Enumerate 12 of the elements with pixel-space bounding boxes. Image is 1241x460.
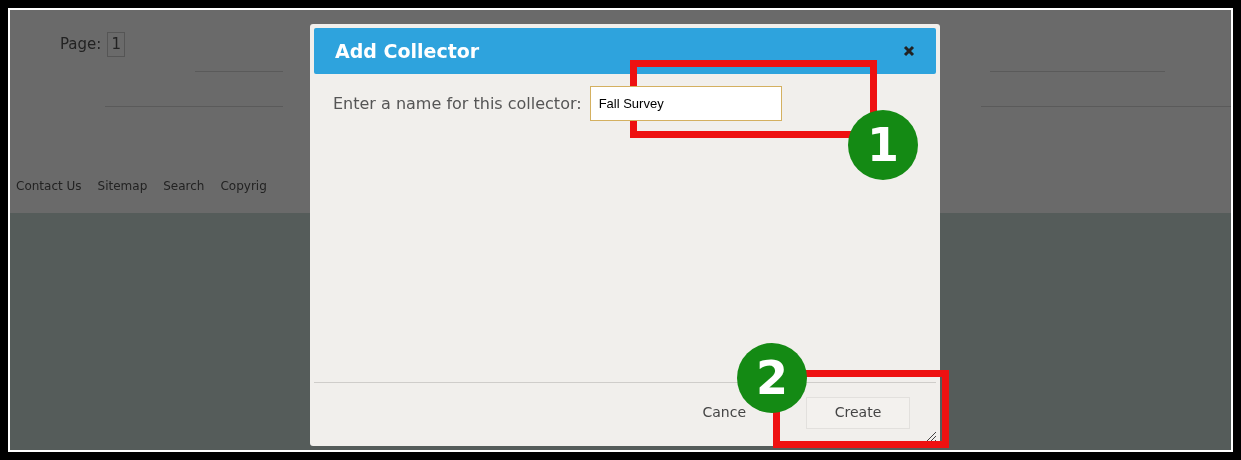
dialog-title: Add Collector	[335, 38, 480, 64]
pager-label: Page:	[60, 34, 102, 55]
footer-link[interactable]: Copyrig	[220, 176, 267, 195]
close-icon[interactable]	[903, 45, 915, 57]
footer-link[interactable]: Sitemap	[97, 176, 148, 195]
resize-grip-icon[interactable]	[924, 430, 936, 442]
page-number[interactable]: 1	[107, 32, 125, 57]
name-prompt: Enter a name for this collector:	[333, 92, 582, 115]
footer-link[interactable]: Contact Us	[16, 176, 82, 195]
create-button[interactable]: Create	[806, 396, 910, 429]
footer-link[interactable]: Search	[163, 176, 205, 195]
name-field[interactable]: Fall Survey	[589, 86, 782, 121]
